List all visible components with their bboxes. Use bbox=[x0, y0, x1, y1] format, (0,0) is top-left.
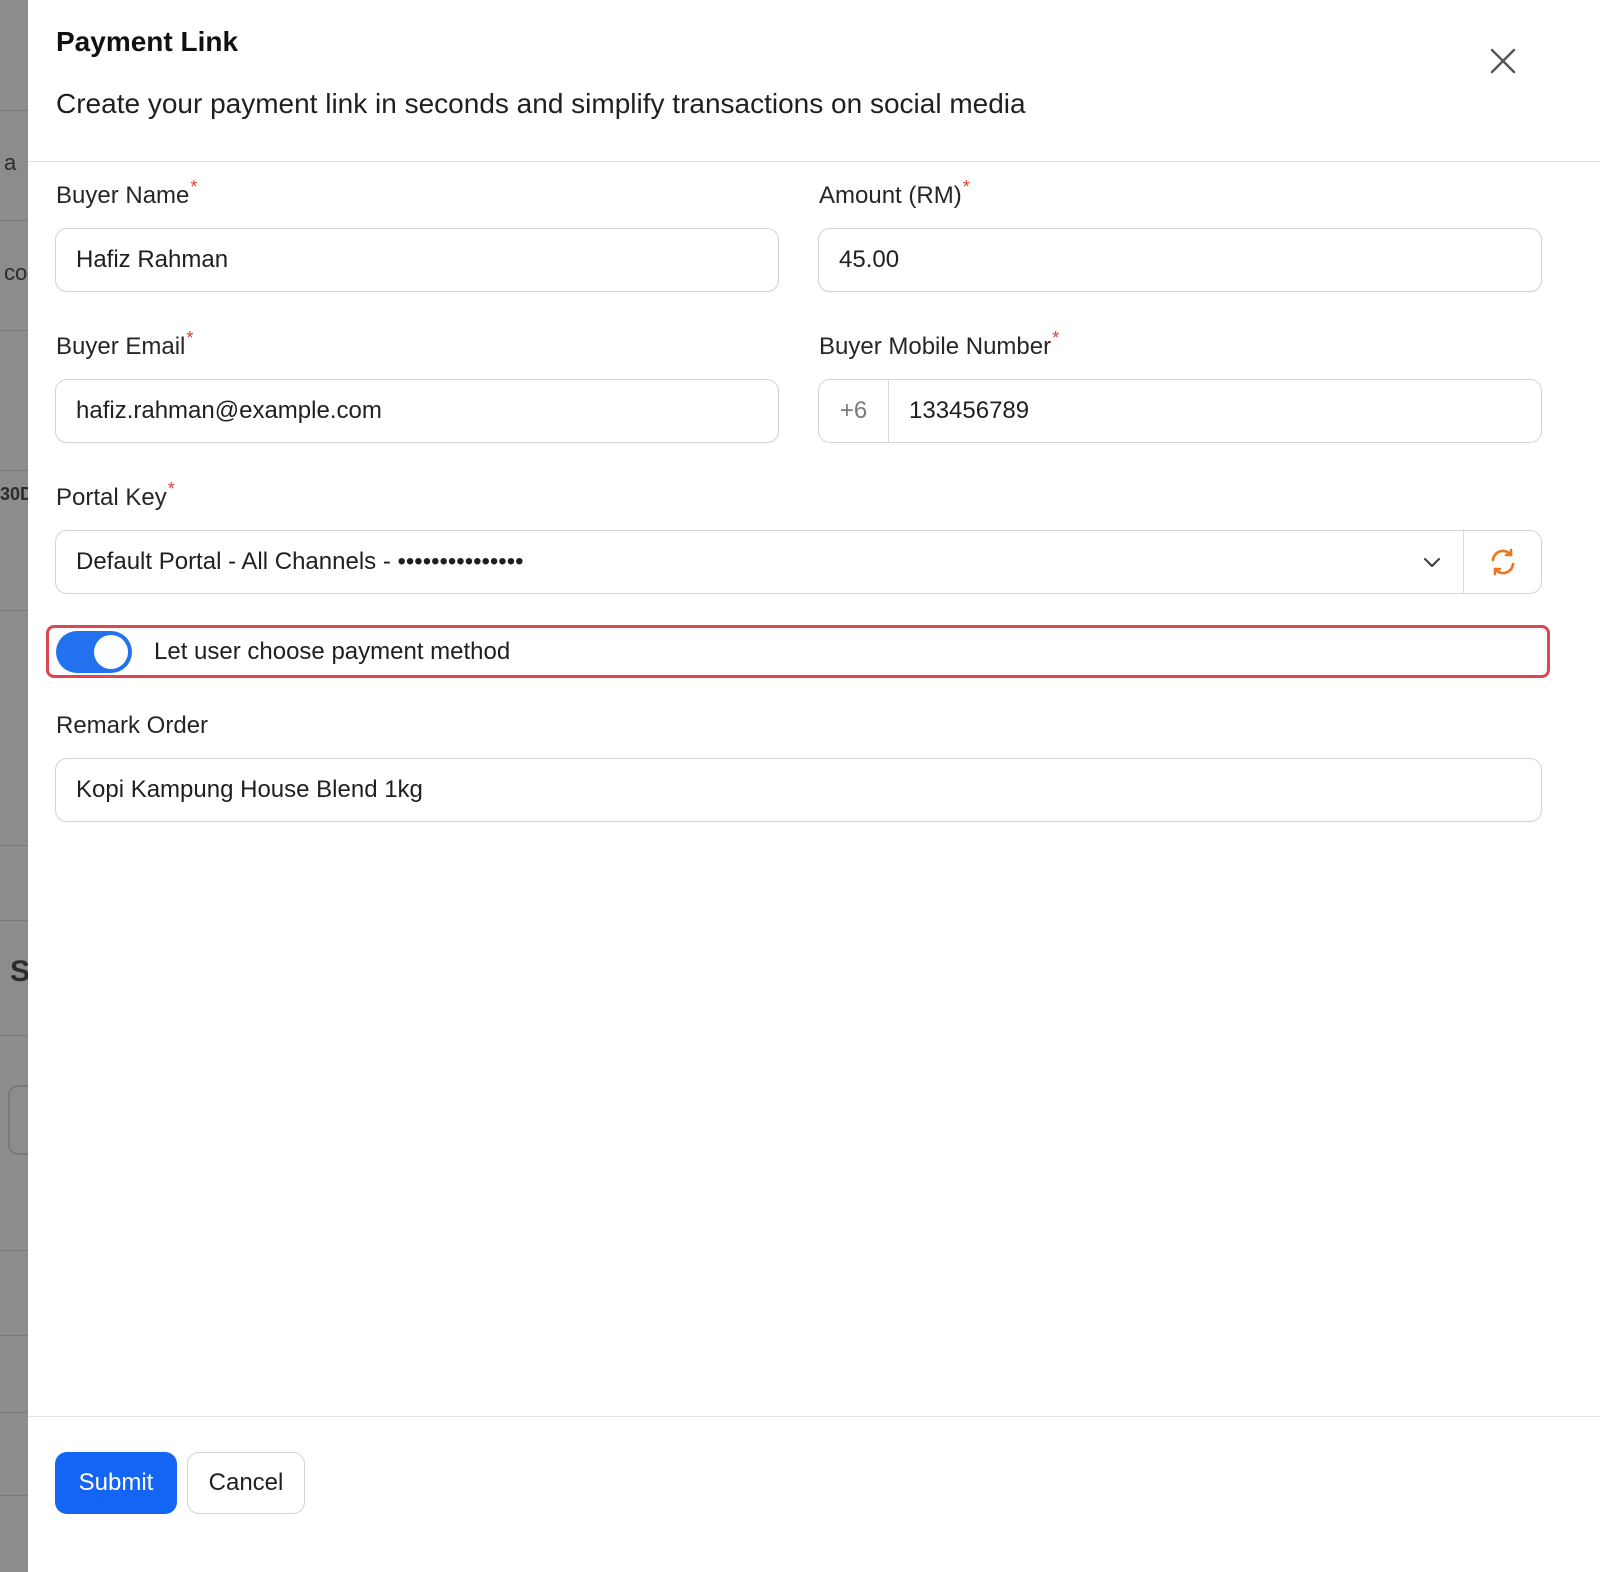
buyer-mobile-field: +6 bbox=[818, 379, 1542, 443]
divider bbox=[0, 1412, 28, 1413]
portal-key-field: Default Portal - All Channels - ••••••••… bbox=[55, 530, 1542, 594]
divider bbox=[0, 220, 28, 221]
portal-key-label: Portal Key* bbox=[56, 479, 175, 512]
close-icon bbox=[1490, 48, 1516, 74]
modal-header: Payment Link Create your payment link in… bbox=[28, 0, 1600, 162]
buyer-email-label: Buyer Email* bbox=[56, 328, 193, 361]
divider bbox=[0, 920, 28, 921]
modal-footer: Submit Cancel bbox=[28, 1416, 1600, 1572]
amount-input[interactable] bbox=[818, 228, 1542, 292]
background-text: S bbox=[10, 955, 28, 988]
divider bbox=[0, 845, 28, 846]
refresh-icon bbox=[1491, 548, 1514, 576]
divider bbox=[0, 1035, 28, 1036]
required-marker: * bbox=[186, 328, 194, 348]
background-text: 30D bbox=[0, 484, 28, 504]
choose-payment-method-row: Let user choose payment method bbox=[46, 625, 1550, 678]
refresh-portal-button[interactable] bbox=[1463, 531, 1541, 593]
divider bbox=[0, 330, 28, 331]
remark-order-label: Remark Order bbox=[56, 712, 209, 739]
background-text: co bbox=[4, 260, 28, 285]
required-marker: * bbox=[190, 177, 198, 197]
background-card bbox=[8, 1085, 28, 1155]
choose-payment-method-label: Let user choose payment method bbox=[154, 637, 511, 665]
background-page: a co 30D S bbox=[0, 0, 28, 1572]
modal-subtitle: Create your payment link in seconds and … bbox=[56, 88, 1026, 119]
amount-label-text: Amount (RM) bbox=[819, 182, 962, 209]
toggle-knob bbox=[94, 634, 128, 669]
country-code-prefix: +6 bbox=[819, 380, 889, 442]
chevron-down-icon bbox=[1423, 557, 1441, 568]
divider bbox=[0, 610, 28, 611]
buyer-email-label-text: Buyer Email bbox=[56, 333, 186, 360]
close-button[interactable] bbox=[1478, 36, 1528, 86]
divider bbox=[0, 110, 28, 111]
amount-label: Amount (RM)* bbox=[819, 177, 970, 210]
remark-order-input[interactable] bbox=[55, 758, 1542, 822]
required-marker: * bbox=[1052, 328, 1060, 348]
payment-link-modal: Payment Link Create your payment link in… bbox=[28, 0, 1600, 1572]
portal-key-selected-value: Default Portal - All Channels - ••••••••… bbox=[76, 548, 524, 575]
required-marker: * bbox=[167, 479, 175, 499]
submit-button[interactable]: Submit bbox=[55, 1452, 177, 1514]
choose-payment-method-toggle[interactable] bbox=[56, 630, 132, 673]
buyer-name-input[interactable] bbox=[55, 228, 779, 292]
background-text: a bbox=[4, 150, 17, 175]
portal-key-select[interactable]: Default Portal - All Channels - ••••••••… bbox=[56, 531, 1463, 593]
divider bbox=[0, 1335, 28, 1336]
buyer-email-input[interactable] bbox=[55, 379, 779, 443]
portal-key-label-text: Portal Key bbox=[56, 484, 167, 511]
divider bbox=[0, 470, 28, 471]
divider bbox=[0, 1495, 28, 1496]
required-marker: * bbox=[962, 177, 970, 197]
buyer-name-label: Buyer Name* bbox=[56, 177, 197, 210]
buyer-mobile-label-text: Buyer Mobile Number bbox=[819, 333, 1052, 360]
modal-title: Payment Link bbox=[56, 26, 239, 57]
cancel-button[interactable]: Cancel bbox=[187, 1452, 305, 1514]
divider bbox=[0, 1250, 28, 1251]
buyer-name-label-text: Buyer Name bbox=[56, 182, 190, 209]
buyer-mobile-label: Buyer Mobile Number* bbox=[819, 328, 1059, 361]
buyer-mobile-input[interactable] bbox=[889, 380, 1541, 442]
